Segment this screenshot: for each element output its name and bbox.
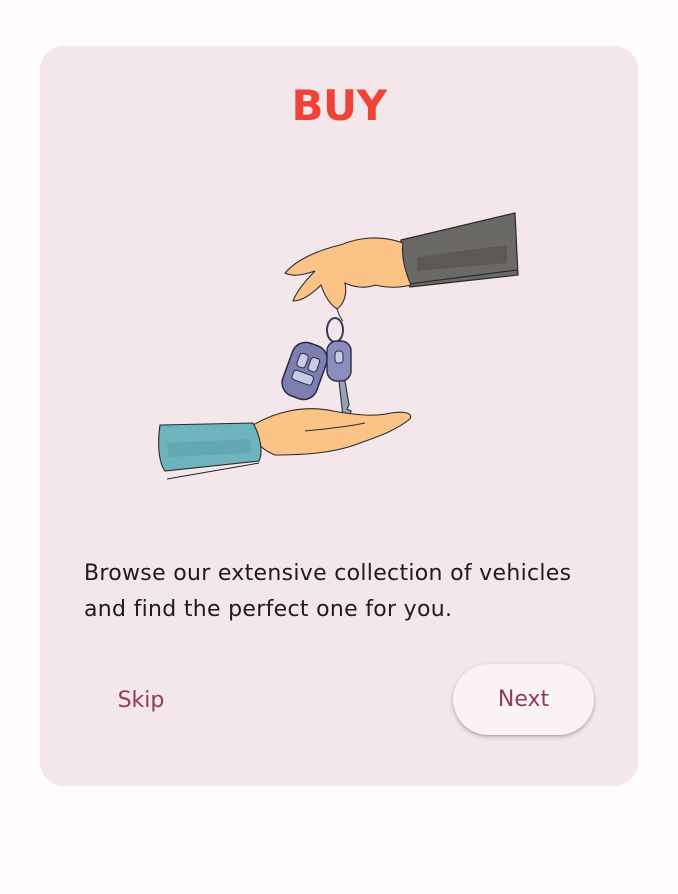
hand-passing-car-keys-icon [155, 205, 525, 490]
skip-button[interactable]: Skip [96, 670, 186, 730]
onboarding-description: Browse our extensive collection of vehic… [84, 561, 572, 622]
page-title: BUY [291, 81, 387, 130]
next-button[interactable]: Next [453, 664, 594, 735]
